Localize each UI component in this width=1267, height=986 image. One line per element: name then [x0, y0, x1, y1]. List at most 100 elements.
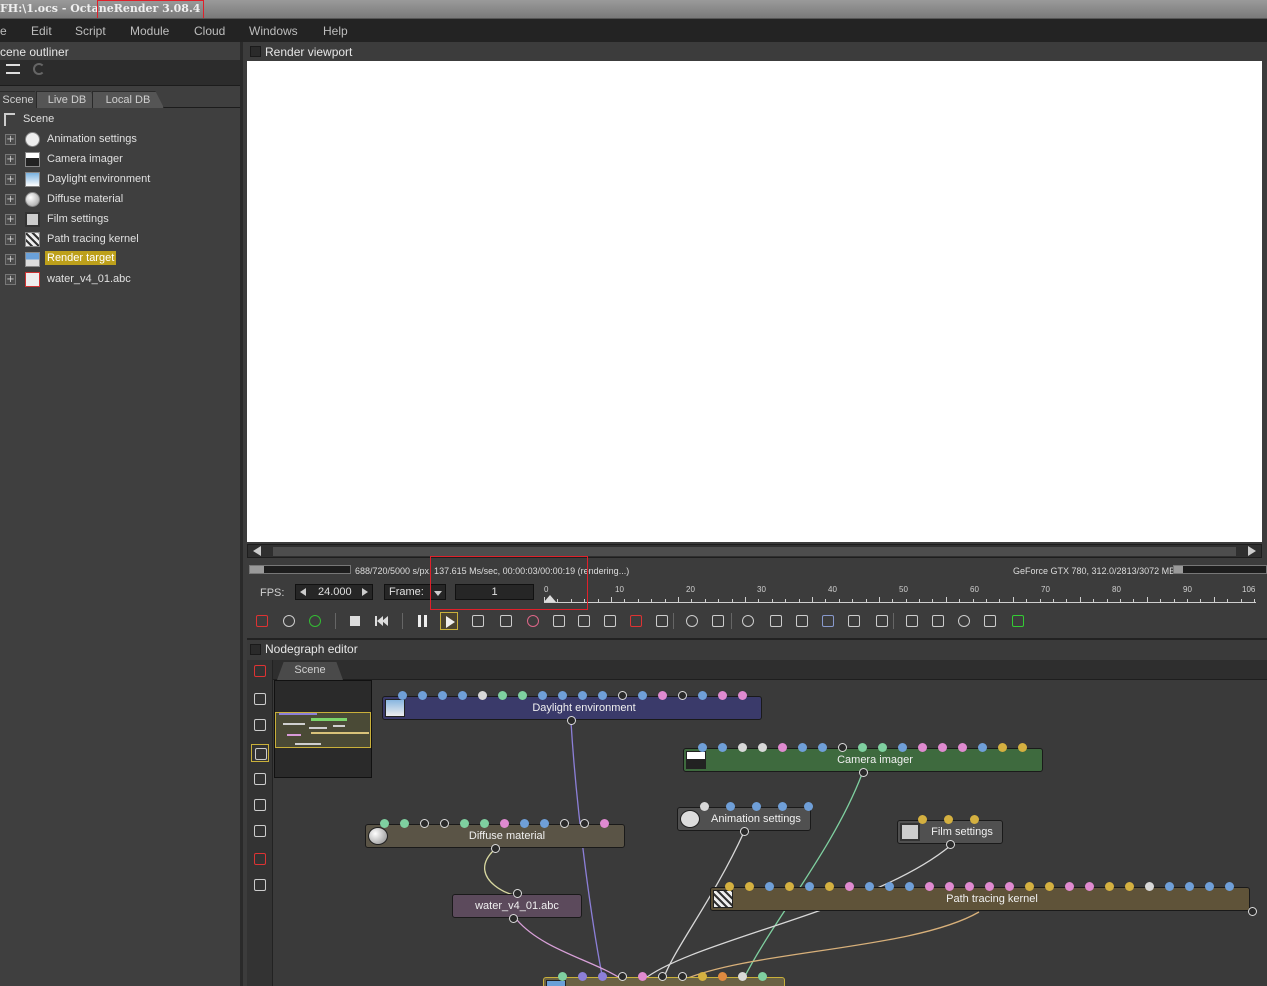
input-pin[interactable] — [518, 691, 527, 700]
pause-icon[interactable] — [414, 612, 432, 630]
expand-icon[interactable]: + — [5, 134, 16, 145]
lock-icon[interactable] — [873, 612, 891, 630]
stop-render-icon[interactable] — [251, 662, 269, 680]
node-camera-imager[interactable]: Camera imager — [683, 743, 1043, 777]
tab-nodegraph-scene[interactable]: Scene — [277, 662, 343, 680]
tree-root[interactable]: Scene — [0, 110, 240, 130]
input-pin[interactable] — [998, 743, 1007, 752]
input-pin[interactable] — [965, 882, 974, 891]
input-pin[interactable] — [658, 972, 667, 981]
input-pin[interactable] — [498, 691, 507, 700]
input-pin[interactable] — [600, 819, 609, 828]
input-pin[interactable] — [758, 743, 767, 752]
input-pin[interactable] — [1065, 882, 1074, 891]
collapse-all-icon[interactable] — [6, 64, 20, 74]
input-pin[interactable] — [558, 972, 567, 981]
fps-field[interactable]: 24.000 — [295, 584, 373, 600]
tree-item[interactable]: + Daylight environment — [0, 170, 240, 190]
input-pin[interactable] — [513, 889, 522, 898]
input-pin[interactable] — [520, 819, 529, 828]
tab-local-db[interactable]: Local DB — [92, 91, 164, 108]
input-pin[interactable] — [1165, 882, 1174, 891]
fit-graph-icon[interactable] — [251, 690, 269, 708]
node-wire[interactable] — [570, 721, 604, 981]
timeline-ruler[interactable]: 0 10 20 30 40 50 60 70 80 90 106 — [544, 585, 1256, 603]
input-pin[interactable] — [858, 743, 867, 752]
input-pin[interactable] — [578, 691, 587, 700]
input-pin[interactable] — [1145, 882, 1154, 891]
input-pin[interactable] — [885, 882, 894, 891]
input-pin[interactable] — [838, 743, 847, 752]
input-pin[interactable] — [865, 882, 874, 891]
input-pin[interactable] — [658, 691, 667, 700]
checker-icon[interactable] — [251, 822, 269, 840]
stop-render-icon[interactable] — [253, 612, 271, 630]
input-pin[interactable] — [718, 691, 727, 700]
input-pin[interactable] — [420, 819, 429, 828]
expand-icon[interactable]: + — [5, 154, 16, 165]
expand-icon[interactable]: + — [5, 214, 16, 225]
input-pin[interactable] — [725, 882, 734, 891]
input-pin[interactable] — [718, 743, 727, 752]
input-pin[interactable] — [1185, 882, 1194, 891]
input-pin[interactable] — [898, 743, 907, 752]
input-pin[interactable] — [1225, 882, 1234, 891]
checker-icon[interactable] — [709, 612, 727, 630]
play-icon[interactable] — [440, 612, 458, 630]
output-pin[interactable] — [491, 844, 500, 853]
node-path-tracing-kernel[interactable]: Path tracing kernel — [710, 882, 1257, 916]
render-image[interactable] — [247, 61, 1262, 542]
af-icon[interactable] — [497, 612, 515, 630]
input-pin[interactable] — [878, 743, 887, 752]
input-pin[interactable] — [825, 882, 834, 891]
node-animation-settings[interactable]: Animation settings — [677, 802, 813, 836]
input-pin[interactable] — [985, 882, 994, 891]
tab-scene[interactable]: Scene — [0, 91, 40, 108]
input-pin[interactable] — [845, 882, 854, 891]
input-pin[interactable] — [804, 802, 813, 811]
node-wire[interactable] — [484, 849, 518, 896]
input-pin[interactable] — [818, 743, 827, 752]
node-water-abc[interactable]: water_v4_01.abc — [452, 889, 582, 923]
input-pin[interactable] — [580, 819, 589, 828]
camera-target-icon[interactable] — [601, 612, 619, 630]
output-pin[interactable] — [509, 914, 518, 923]
sparkle-icon[interactable] — [739, 612, 757, 630]
region-render-icon[interactable] — [469, 612, 487, 630]
menu-module[interactable]: Module — [130, 24, 169, 38]
node-wire[interactable] — [642, 845, 951, 981]
refresh-icon[interactable] — [33, 63, 45, 75]
input-pin[interactable] — [678, 691, 687, 700]
node-film-settings[interactable]: Film settings — [897, 815, 1003, 849]
input-pin[interactable] — [738, 691, 747, 700]
node-diffuse-material[interactable]: Diffuse material — [365, 819, 625, 853]
output-pin[interactable] — [567, 716, 576, 725]
input-pin[interactable] — [918, 815, 927, 824]
nodegraph-pin-checkbox[interactable] — [250, 644, 261, 655]
input-pin[interactable] — [598, 691, 607, 700]
red-region-icon[interactable] — [627, 612, 645, 630]
output-pin[interactable] — [859, 768, 868, 777]
input-pin[interactable] — [745, 882, 754, 891]
input-pin[interactable] — [958, 743, 967, 752]
input-pin[interactable] — [1018, 743, 1027, 752]
input-pin[interactable] — [1005, 882, 1014, 891]
input-pin[interactable] — [678, 972, 687, 981]
input-pin[interactable] — [478, 691, 487, 700]
menu-windows[interactable]: Windows — [249, 24, 298, 38]
menu-script[interactable]: Script — [75, 24, 106, 38]
input-pin[interactable] — [698, 743, 707, 752]
input-pin[interactable] — [578, 972, 587, 981]
input-pin[interactable] — [945, 882, 954, 891]
scroll-left-icon[interactable] — [253, 546, 261, 556]
input-pin[interactable] — [500, 819, 509, 828]
grid-red-icon[interactable] — [251, 850, 269, 868]
tab-live-db[interactable]: Live DB — [36, 91, 98, 108]
input-pin[interactable] — [480, 819, 489, 828]
input-pin[interactable] — [718, 972, 727, 981]
arrange-icon[interactable] — [251, 716, 269, 734]
input-pin[interactable] — [778, 802, 787, 811]
expand-icon[interactable]: + — [5, 194, 16, 205]
scene-graph-icon[interactable] — [251, 744, 269, 762]
input-pin[interactable] — [905, 882, 914, 891]
